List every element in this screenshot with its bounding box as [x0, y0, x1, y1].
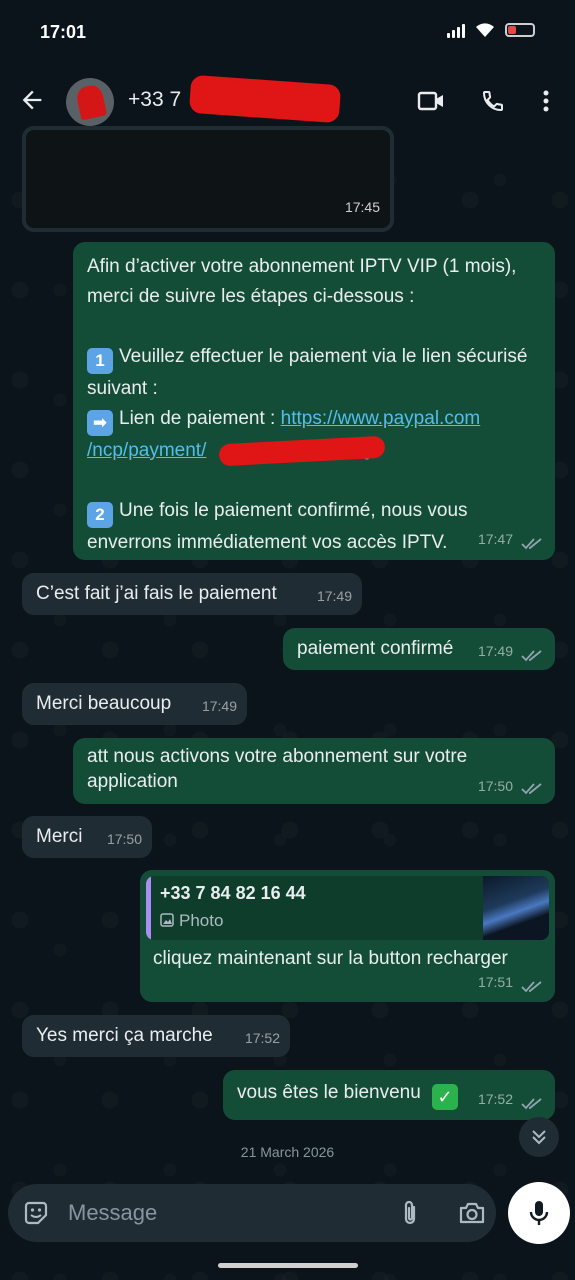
message-text: paiement confirmé	[297, 638, 454, 659]
avatar[interactable]	[66, 78, 114, 126]
payment-link[interactable]: https://www.paypal.com	[281, 408, 481, 429]
back-arrow-icon[interactable]	[18, 86, 46, 114]
message-input[interactable]: Message	[68, 1200, 157, 1226]
status-bar: 17:01	[0, 0, 575, 64]
read-receipt-icon	[521, 538, 542, 550]
redaction-mark	[218, 435, 386, 467]
message-time: 17:52	[244, 1030, 280, 1046]
signal-icon	[447, 22, 465, 38]
navigation-handle[interactable]	[218, 1263, 358, 1268]
contact-name[interactable]: +33 7	[128, 88, 181, 112]
video-call-button[interactable]	[416, 86, 446, 116]
voice-call-button[interactable]	[478, 86, 508, 116]
quoted-message[interactable]: +33 7 84 82 16 44 Photo	[146, 876, 549, 940]
outgoing-message[interactable]: att nous activons votre abonnement sur v…	[73, 738, 555, 804]
message-input-bar: Message	[8, 1184, 496, 1242]
scroll-to-bottom-button[interactable]	[519, 1117, 559, 1157]
payment-link-line-2: /ncp/payment/Q	[87, 435, 541, 467]
battery-icon	[505, 23, 535, 37]
quote-sender: +33 7 84 82 16 44	[160, 883, 306, 903]
message-time: 17:50	[477, 778, 513, 794]
date-separator: 21 March 2026	[240, 1144, 335, 1160]
message-step-1: 1 Veuillez effectuer le paiement via le l…	[87, 346, 528, 399]
message-time: 17:51	[477, 974, 513, 990]
photo-icon	[160, 913, 174, 927]
microphone-icon	[529, 1201, 549, 1225]
image-message[interactable]: 17:45	[22, 126, 394, 232]
message-time: 17:50	[106, 831, 142, 847]
message-text: att nous activons votre abonnement sur v…	[87, 746, 468, 792]
message-step-2: 2 Une fois le paiement confirmé, nous vou…	[87, 500, 468, 553]
message-text: cliquez maintenant sur la button recharg…	[153, 948, 508, 969]
outgoing-message[interactable]: paiement confirmé 17:49	[283, 628, 555, 670]
phone-icon	[482, 91, 503, 112]
incoming-message[interactable]: Merci 17:50	[22, 816, 152, 858]
message-text: Yes merci ça marche	[36, 1025, 213, 1046]
quote-type: Photo	[160, 910, 223, 932]
incoming-message[interactable]: Merci beaucoup 17:49	[22, 683, 247, 725]
status-time: 17:01	[40, 22, 87, 42]
read-receipt-icon	[521, 1098, 542, 1110]
message-time: 17:45	[344, 199, 380, 215]
attachment-icon[interactable]	[398, 1199, 422, 1227]
incoming-message[interactable]: Yes merci ça marche 17:52	[22, 1015, 290, 1057]
message-text: vous êtes le bienvenu	[237, 1082, 421, 1103]
payment-link-line: ➡ Lien de paiement : https://www.paypal.c…	[87, 404, 541, 436]
emoji-sticker-icon[interactable]	[22, 1199, 50, 1227]
quote-bar	[146, 876, 151, 940]
payment-link-continued[interactable]: /ncp/payment/	[87, 440, 206, 461]
incoming-message[interactable]: C’est fait j’ai fais le paiement 17:49	[22, 573, 362, 615]
keycap-two-icon: 2	[87, 502, 113, 528]
camera-icon[interactable]	[458, 1200, 486, 1226]
voice-message-button[interactable]	[508, 1182, 570, 1244]
double-chevron-down-icon	[532, 1130, 546, 1145]
check-mark-emoji-icon: ✓	[432, 1084, 459, 1110]
message-text: Afin d’activer votre abonnement IPTV VIP…	[87, 256, 517, 307]
outgoing-message[interactable]: Afin d’activer votre abonnement IPTV VIP…	[73, 242, 555, 560]
redaction-mark	[188, 74, 342, 124]
message-text: Merci	[36, 826, 83, 847]
wifi-icon	[476, 23, 494, 37]
image-thumbnail	[26, 130, 390, 228]
message-time: 17:52	[477, 1091, 513, 1107]
message-text: Merci beaucoup	[36, 693, 172, 714]
message-time: 17:49	[477, 643, 513, 659]
keycap-one-icon: 1	[87, 348, 113, 374]
status-icons	[447, 22, 535, 38]
quote-thumbnail	[483, 876, 549, 940]
message-text: C’est fait j’ai fais le paiement	[36, 583, 277, 604]
outgoing-reply-message[interactable]: +33 7 84 82 16 44 Photo cliquez maintena…	[140, 870, 555, 1002]
read-receipt-icon	[521, 981, 542, 993]
message-time: 17:49	[201, 698, 237, 714]
message-time: 17:47	[477, 531, 513, 547]
right-arrow-icon: ➡	[87, 410, 113, 436]
outgoing-message[interactable]: vous êtes le bienvenu ✓ 17:52	[223, 1070, 555, 1120]
message-time: 17:49	[316, 588, 352, 604]
read-receipt-icon	[521, 783, 542, 795]
more-vertical-icon	[543, 90, 549, 112]
more-options-button[interactable]	[531, 86, 561, 116]
video-camera-icon	[417, 91, 443, 111]
read-receipt-icon	[521, 650, 542, 662]
